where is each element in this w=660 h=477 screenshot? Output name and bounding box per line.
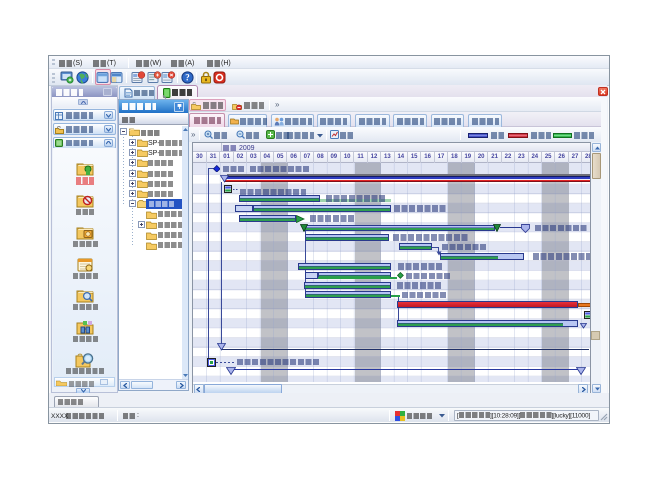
svg-text:?: ? <box>185 73 190 83</box>
